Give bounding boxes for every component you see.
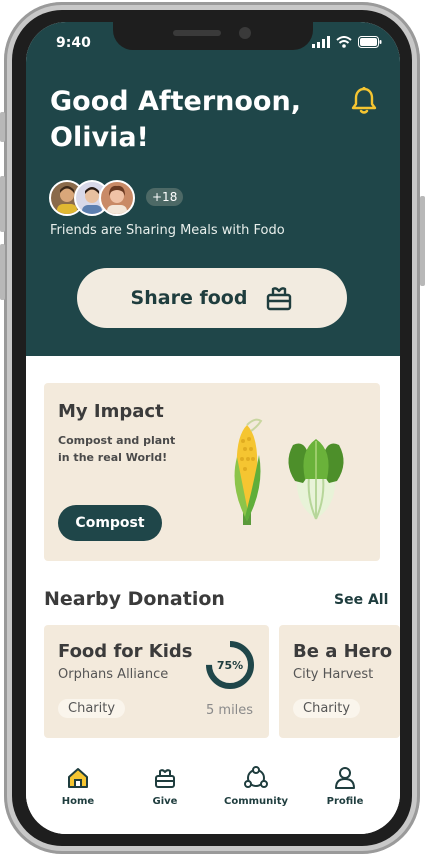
- donation-title: Be a Hero: [293, 641, 393, 662]
- progress-label: 75%: [216, 658, 244, 672]
- see-all-link[interactable]: See All: [334, 592, 388, 608]
- wifi-icon: [336, 36, 352, 48]
- friends-sharing-text: Friends are Sharing Meals with Fodo: [50, 223, 285, 238]
- profile-icon: [335, 767, 355, 789]
- nav-give[interactable]: Give: [125, 766, 205, 807]
- charity-tag: Charity: [58, 699, 126, 718]
- status-icons: [312, 36, 382, 48]
- signal-icon: [312, 36, 330, 48]
- status-time: 9:40: [56, 35, 91, 51]
- gift-box-icon: [155, 769, 175, 788]
- greeting-title: Good Afternoon, Olivia!: [50, 86, 301, 153]
- corn-illustration: [234, 418, 263, 525]
- gift-box-icon: [267, 287, 292, 311]
- impact-card[interactable]: My Impact Compost and plant in the real …: [44, 383, 380, 561]
- mute-switch: [0, 112, 5, 142]
- share-food-button[interactable]: Share food: [77, 268, 347, 328]
- nav-profile[interactable]: Profile: [305, 766, 385, 807]
- donation-title: Food for Kids: [58, 641, 193, 662]
- donation-card[interactable]: Be a Hero City Harvest Charity: [279, 625, 400, 738]
- nav-label: Profile: [326, 796, 364, 807]
- bell-icon[interactable]: [351, 86, 377, 114]
- donation-card[interactable]: Food for Kids Orphans Alliance 75% Chari…: [44, 625, 269, 738]
- share-food-label: Share food: [130, 287, 248, 309]
- home-icon: [68, 768, 88, 788]
- nav-community[interactable]: Community: [216, 766, 296, 807]
- charity-tag: Charity: [293, 699, 361, 718]
- nearby-donation-title: Nearby Donation: [44, 588, 225, 610]
- battery-icon: [358, 36, 382, 48]
- nav-label: Home: [61, 796, 95, 807]
- camera: [239, 27, 251, 39]
- lettuce-illustration: [288, 439, 344, 520]
- impact-title: My Impact: [58, 401, 164, 422]
- compost-button[interactable]: Compost: [58, 505, 162, 541]
- friends-count-badge: +18: [146, 188, 184, 206]
- volume-down-button: [0, 244, 5, 300]
- nav-label: Community: [223, 796, 288, 807]
- bottom-nav: Home Give Community Profile: [26, 752, 400, 834]
- nav-home[interactable]: Home: [38, 766, 118, 807]
- screen: 9:40 Good Afternoon, Olivia! +18 Friends…: [26, 22, 400, 834]
- avatar: [99, 180, 135, 216]
- donation-org: Orphans Alliance: [58, 667, 169, 682]
- community-icon: [244, 766, 268, 788]
- header: 9:40 Good Afternoon, Olivia! +18 Friends…: [26, 22, 400, 356]
- notch: [113, 22, 313, 50]
- speaker: [173, 30, 221, 36]
- donation-org: City Harvest: [293, 667, 374, 682]
- power-button: [420, 196, 425, 286]
- nav-label: Give: [152, 796, 178, 807]
- volume-up-button: [0, 176, 5, 232]
- donation-distance: 5 miles: [206, 703, 254, 718]
- impact-subtitle: Compost and plant in the real World!: [58, 434, 176, 464]
